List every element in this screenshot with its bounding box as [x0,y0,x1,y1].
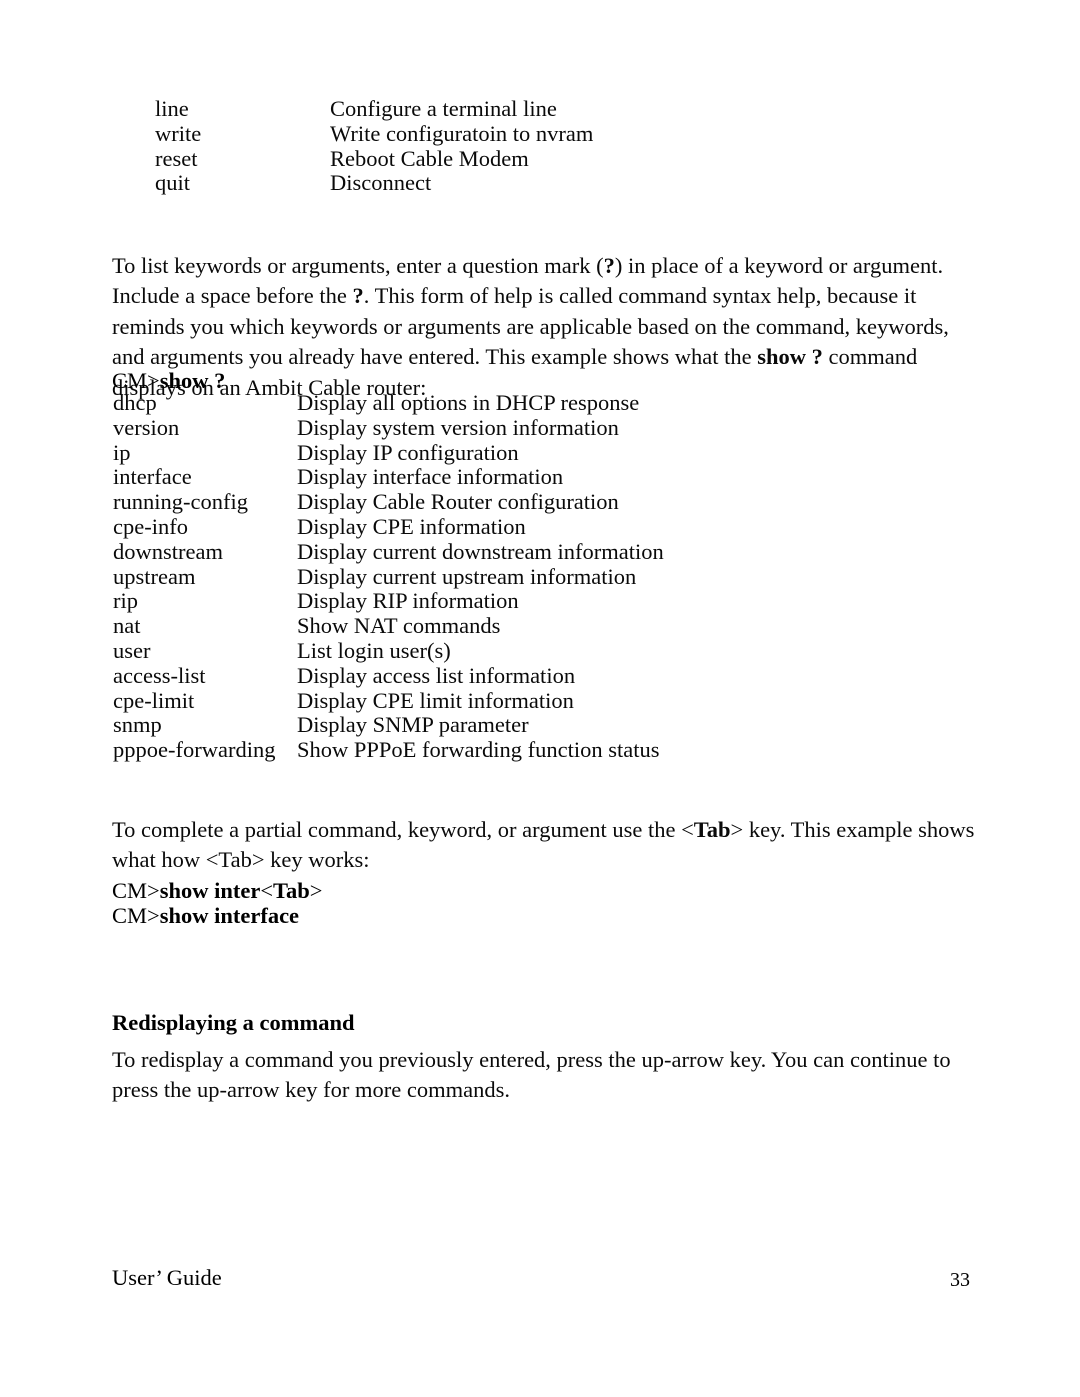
cli-command: show interface [159,903,300,928]
table-row: rip Display RIP information [113,589,664,614]
command-term: interface [113,464,192,490]
cli-prompt: CM> [112,903,160,928]
footer-title: User’ Guide [112,1265,222,1290]
command-description: Display SNMP parameter [297,712,529,738]
command-description: Display system version information [297,414,619,440]
command-description: Reboot Cable Modem [330,145,529,171]
cli-prompt: CM> [112,878,160,903]
redisplay-paragraph: To redisplay a command you previously en… [112,1046,951,1103]
command-description: Configure a terminal line [330,96,557,121]
table-row: ip Display IP configuration [113,439,664,466]
intro-paragraph: To list keywords or arguments, enter a q… [112,251,972,404]
command-term: user [113,637,151,663]
table-row: line Configure a terminal line [155,96,593,122]
command-term: snmp [113,712,162,738]
tab-key-emphasis: Tab [693,816,731,842]
footer-page-number: 33 [950,1269,970,1291]
command-description: Show PPPoE forwarding function status [297,737,660,763]
command-description: List login user(s) [297,637,451,663]
command-description: Show NAT commands [297,613,501,639]
document-page: line Configure a terminal line write Wri… [0,0,1080,1397]
table-row: pppoe-forwarding Show PPPoE forwarding f… [113,737,664,763]
command-description: Display all options in DHCP response [297,390,640,415]
table-row: snmp Display SNMP parameter [113,713,664,738]
command-term: quit [155,170,191,196]
command-description: Display CPE information [297,513,526,539]
command-term: running-config [113,489,248,515]
table-row: cpe-info Display CPE information [113,513,664,540]
angle-bracket-close: > [309,878,323,903]
cli-command: show ? [159,368,226,393]
command-term: line [155,96,189,121]
intro-text-part-1: To list keywords or arguments, enter a q… [112,252,604,278]
command-term: upstream [113,563,196,589]
command-term: cpe-limit [113,687,195,713]
command-term: version [113,414,180,440]
command-result-line: CM>show interface [112,903,299,929]
command-description: Display RIP information [297,588,519,614]
tab-key-emphasis: Tab [273,878,310,903]
show-command-emphasis: show ? [757,344,823,369]
command-description: Display CPE limit information [297,687,574,713]
tab-text-part-1: To complete a partial command, keyword, … [112,816,694,842]
table-row: access-list Display access list informat… [113,662,664,689]
command-term: reset [155,145,198,171]
angle-bracket-open: < [260,878,274,903]
tab-key-paragraph: To complete a partial command, keyword, … [112,815,987,876]
command-tab-line: CM>show inter<Tab> [112,878,322,904]
command-term: rip [113,588,138,614]
table-row: interface Display interface information [113,465,664,490]
table-row: write Write configuratoin to nvram [155,120,594,147]
command-description: Disconnect [330,170,432,196]
question-mark-emphasis: ? [352,283,364,308]
table-row: dhcp Display all options in DHCP respons… [113,390,664,416]
table-row: cpe-limit Display CPE limit information [113,687,664,714]
table-row: running-config Display Cable Router conf… [113,489,664,515]
table-row: reset Reboot Cable Modem [155,145,593,172]
command-description: Display current upstream information [297,563,637,589]
command-term: downstream [113,538,223,564]
table-row: upstream Display current upstream inform… [113,563,664,590]
top-command-table: line Configure a terminal line write Wri… [155,96,594,196]
table-row: nat Show NAT commands [113,613,664,639]
show-command-table: dhcp Display all options in DHCP respons… [113,390,664,763]
command-description: Display IP configuration [297,439,519,465]
command-description: Write configuratoin to nvram [330,120,594,146]
table-row: user List login user(s) [113,637,664,664]
command-description: Display Cable Router configuration [297,489,619,515]
cli-command: show inter [159,878,261,903]
command-term: pppoe-forwarding [113,737,276,763]
command-description: Display access list information [297,662,576,688]
redisplay-section-heading: Redisplaying a command [112,1009,355,1035]
command-description: Display interface information [297,464,564,490]
command-term: access-list [113,662,206,688]
command-term: ip [113,439,131,465]
command-description: Display current downstream information [297,538,664,564]
table-row: quit Disconnect [155,171,593,196]
page-footer: User’ Guide 33 [112,1264,970,1294]
command-term: write [155,120,202,146]
table-row: version Display system version informati… [113,414,664,441]
command-term: cpe-info [113,513,188,539]
command-term: dhcp [113,390,157,415]
question-mark-emphasis: ? [603,252,615,278]
command-term: nat [113,613,141,639]
table-row: downstream Display current downstream in… [113,538,664,565]
